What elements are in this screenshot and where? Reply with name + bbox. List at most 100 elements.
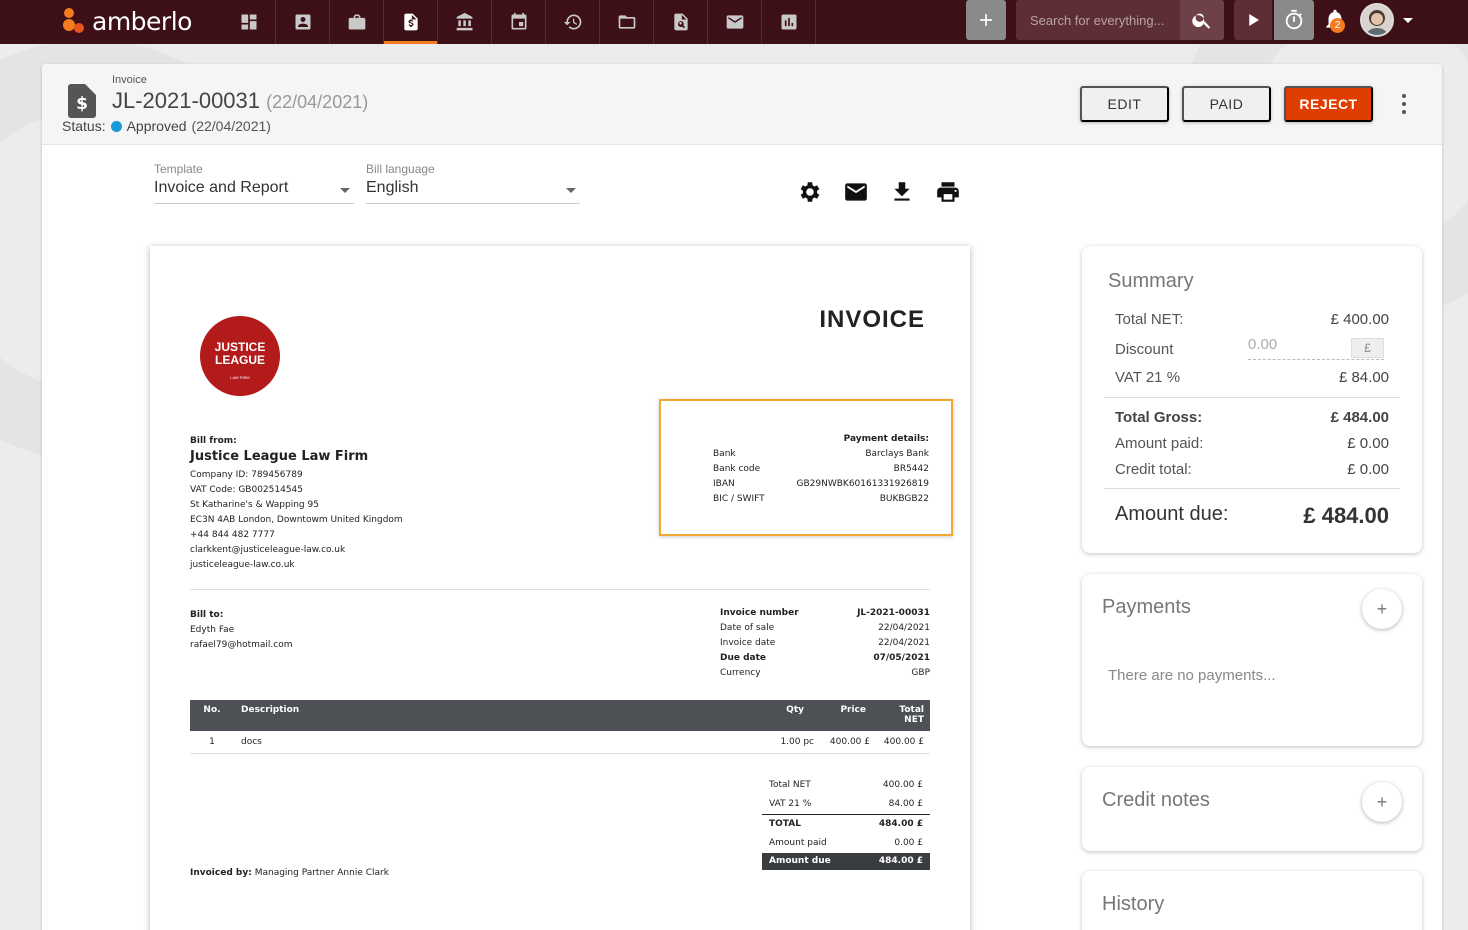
plus-icon <box>980 14 992 26</box>
print-icon[interactable] <box>935 179 961 205</box>
history-panel: History <box>1082 871 1422 930</box>
notification-badge: 2 <box>1330 18 1345 33</box>
invoice-number: JL-2021-00031 <box>112 88 261 113</box>
divider <box>1104 397 1400 398</box>
discount-currency-selector[interactable]: £ <box>1351 338 1384 358</box>
brand-name: amberlo <box>92 6 192 36</box>
nav-invoices[interactable] <box>384 0 438 44</box>
nav-calendar[interactable] <box>492 0 546 44</box>
status-value: Approved <box>126 118 187 134</box>
document-search-icon <box>673 13 688 31</box>
nav-mail[interactable] <box>708 0 762 44</box>
template-label: Template <box>154 162 203 176</box>
company-logo: JUSTICE LEAGUE LAW FIRM <box>200 316 280 396</box>
document-type-label: Invoice <box>112 74 147 86</box>
credit-notes-title: Credit notes <box>1102 789 1210 811</box>
nav-contacts[interactable] <box>276 0 330 44</box>
divider <box>190 589 930 590</box>
stopwatch-icon <box>1285 9 1303 30</box>
search-input[interactable] <box>1016 0 1182 40</box>
more-options-icon[interactable] <box>1394 92 1414 116</box>
quick-add-button[interactable] <box>966 0 1006 40</box>
invoice-totals: Total NET 400.00 £ VAT 21 % 84.00 £ TOTAL 4… <box>762 776 930 870</box>
meta-row: Currency GBP <box>720 668 930 678</box>
summary-amount-due: Amount due: £ 484.00 <box>1115 503 1389 528</box>
nav-documents[interactable] <box>600 0 654 44</box>
bill-language-label: Bill language <box>366 162 435 176</box>
brand-logo[interactable]: amberlo <box>60 6 192 36</box>
reject-button[interactable]: REJECT <box>1284 86 1373 122</box>
contacts-icon <box>295 14 310 30</box>
payment-row: Bank code BR5442 <box>713 464 929 474</box>
settings-gear-icon[interactable] <box>796 179 822 205</box>
add-payment-button[interactable]: + <box>1362 589 1402 629</box>
reports-icon <box>781 14 796 30</box>
nav-dashboard[interactable] <box>222 0 276 44</box>
folder-icon <box>618 15 635 29</box>
discount-input[interactable]: 0.00 £ <box>1248 336 1384 360</box>
meta-row: Due date 07/05/2021 <box>720 653 930 663</box>
user-photo-icon <box>1362 5 1392 35</box>
search-button[interactable] <box>1180 0 1224 40</box>
nav-time[interactable] <box>546 0 600 44</box>
company-name: Justice League Law Firm <box>190 449 369 464</box>
invoice-date: (22/04/2021) <box>266 92 369 112</box>
bill-to-label: Bill to: <box>190 610 224 620</box>
invoice-header: Invoice $ JL-2021-00031 (22/04/2021) Sta… <box>42 64 1442 145</box>
totals-row: VAT 21 % 84.00 £ <box>769 799 923 809</box>
client-email: rafael79@hotmail.com <box>190 640 293 650</box>
nav-banking[interactable] <box>438 0 492 44</box>
totals-amount-due: Amount due 484.00 £ <box>762 853 930 870</box>
timer-button[interactable] <box>1274 0 1314 40</box>
download-icon[interactable] <box>889 179 915 205</box>
play-icon <box>1249 14 1259 26</box>
line-items-table: No. Description Qty Price Total NET 1 doc… <box>190 700 930 754</box>
bank-icon <box>456 12 472 31</box>
table-row: 1 docs 1.00 pc 400.00 £ 400.00 £ <box>190 731 930 754</box>
col-description: Description <box>234 700 738 731</box>
invoice-icon <box>403 13 418 31</box>
invoice-meta: Invoice number JL-2021-00031 Date of sale… <box>720 606 930 681</box>
nav-document-search[interactable] <box>654 0 708 44</box>
template-select[interactable]: Template Invoice and Report <box>154 162 354 204</box>
global-search <box>1016 0 1224 40</box>
template-dropdown-icon <box>340 188 350 193</box>
bill-language-select[interactable]: Bill language English <box>366 162 580 204</box>
col-total: Total NET <box>874 700 930 731</box>
payment-row: Bank Barclays Bank <box>713 449 929 459</box>
user-menu-chevron-down-icon[interactable] <box>1402 15 1414 27</box>
user-avatar[interactable] <box>1360 3 1394 37</box>
paid-button[interactable]: PAID <box>1182 86 1271 122</box>
add-credit-note-button[interactable]: + <box>1362 782 1402 822</box>
meta-row: Date of sale 22/04/2021 <box>720 623 930 633</box>
nav-matters[interactable] <box>330 0 384 44</box>
payment-details-box: Payment details: Bank Barclays Bank Bank … <box>659 399 953 536</box>
edit-button[interactable]: EDIT <box>1080 86 1169 122</box>
start-timer-button[interactable] <box>1234 0 1272 40</box>
table-header-row: No. Description Qty Price Total NET <box>190 700 930 731</box>
dashboard-icon <box>241 14 256 30</box>
from-line: VAT Code: GB002514545 <box>190 485 304 495</box>
svg-text:$: $ <box>76 94 88 114</box>
matters-icon <box>348 14 365 30</box>
from-line: clarkkent@justiceleague-law.co.uk <box>190 545 346 555</box>
status-dot-icon <box>110 120 122 132</box>
summary-title: Summary <box>1108 270 1194 292</box>
template-value: Invoice and Report <box>154 179 289 196</box>
summary-total-gross: Total Gross: £ 484.00 <box>1115 409 1389 426</box>
status-date: (22/04/2021) <box>191 118 271 134</box>
from-line: +44 844 482 7777 <box>190 530 275 540</box>
payment-row: BIC / SWIFT BUKBGB22 <box>713 494 929 504</box>
plus-icon: + <box>1376 791 1388 812</box>
nav-reports[interactable] <box>762 0 816 44</box>
invoice-title: INVOICE <box>819 306 925 333</box>
top-navigation-bar: amberlo 2 <box>0 0 1468 44</box>
summary-amount-paid: Amount paid: £ 0.00 <box>1115 435 1389 452</box>
from-line: justiceleague-law.co.uk <box>190 560 295 570</box>
invoice-status: Status: Approved (22/04/2021) <box>62 118 271 134</box>
from-line: Company ID: 789456789 <box>190 470 303 480</box>
payments-panel: Payments + There are no payments... <box>1082 574 1422 746</box>
email-send-icon[interactable] <box>843 179 869 205</box>
search-icon <box>1192 13 1211 29</box>
credit-notes-panel: Credit notes + <box>1082 767 1422 851</box>
